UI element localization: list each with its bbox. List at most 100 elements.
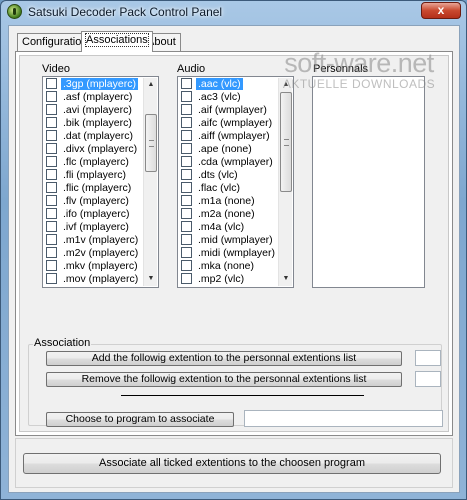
audio-item-checkbox[interactable] xyxy=(181,143,192,154)
remove-extension-field[interactable] xyxy=(415,371,441,387)
video-item-checkbox[interactable] xyxy=(46,273,57,284)
audio-item-checkbox[interactable] xyxy=(181,117,192,128)
video-item-label: .ifo (mplayerc) xyxy=(63,208,130,220)
video-item-label: .ivf (mplayerc) xyxy=(63,221,129,233)
audio-scrollbar[interactable]: ▲ ▼ xyxy=(278,78,292,286)
video-scroll-up-arrow[interactable]: ▲ xyxy=(144,78,158,92)
audio-item-checkbox[interactable] xyxy=(181,156,192,167)
video-list-item[interactable]: .3gp (mplayerc) xyxy=(44,78,143,91)
audio-list-item[interactable]: .cda (wmplayer) xyxy=(179,156,278,169)
title-bar[interactable]: Satsuki Decoder Pack Control Panel x xyxy=(1,1,466,23)
audio-scroll-thumb[interactable] xyxy=(280,92,292,192)
audio-list-item[interactable]: .mid (wmplayer) xyxy=(179,234,278,247)
video-list-item[interactable]: .asf (mplayerc) xyxy=(44,91,143,104)
audio-item-label: .ape (none) xyxy=(198,143,252,155)
video-list-item[interactable]: .flv (mplayerc) xyxy=(44,195,143,208)
video-item-checkbox[interactable] xyxy=(46,117,57,128)
video-item-checkbox[interactable] xyxy=(46,182,57,193)
video-item-checkbox[interactable] xyxy=(46,221,57,232)
video-item-checkbox[interactable] xyxy=(46,234,57,245)
audio-item-checkbox[interactable] xyxy=(181,130,192,141)
video-list-rows: .3gp (mplayerc) .asf (mplayerc) .avi (mpla… xyxy=(44,78,143,286)
video-list-item[interactable]: .m2v (mplayerc) xyxy=(44,247,143,260)
video-list-item[interactable]: .mov (mplayerc) xyxy=(44,273,143,286)
video-scrollbar[interactable]: ▲ ▼ xyxy=(143,78,157,286)
video-item-label: .flv (mplayerc) xyxy=(63,195,129,207)
audio-list-item[interactable]: .aif (wmplayer) xyxy=(179,104,278,117)
audio-item-checkbox[interactable] xyxy=(181,273,192,284)
video-list-item[interactable]: .ifo (mplayerc) xyxy=(44,208,143,221)
video-item-checkbox[interactable] xyxy=(46,247,57,258)
remove-extension-button[interactable]: Remove the followig extention to the per… xyxy=(46,372,402,387)
video-item-label: .fli (mplayerc) xyxy=(63,169,127,181)
audio-item-checkbox[interactable] xyxy=(181,260,192,271)
video-list-item[interactable]: .fli (mplayerc) xyxy=(44,169,143,182)
audio-list-item[interactable]: .aac (vlc) xyxy=(179,78,278,91)
audio-list-item[interactable]: .m4a (vlc) xyxy=(179,221,278,234)
video-item-checkbox[interactable] xyxy=(46,208,57,219)
audio-list-item[interactable]: .m1a (none) xyxy=(179,195,278,208)
video-item-checkbox[interactable] xyxy=(46,143,57,154)
audio-item-label: .m2a (none) xyxy=(198,208,255,220)
video-scroll-thumb[interactable] xyxy=(145,113,157,172)
audio-scroll-up-arrow[interactable]: ▲ xyxy=(279,78,293,92)
personnals-list[interactable] xyxy=(312,76,425,288)
video-list-item[interactable]: .flic (mplayerc) xyxy=(44,182,143,195)
program-path-field[interactable] xyxy=(244,410,443,427)
tab-associations[interactable]: Associations xyxy=(81,31,153,52)
audio-list-item[interactable]: .mka (none) xyxy=(179,260,278,273)
video-item-label: .m2v (mplayerc) xyxy=(63,247,139,259)
video-item-checkbox[interactable] xyxy=(46,130,57,141)
audio-item-label: .aif (wmplayer) xyxy=(198,104,267,116)
audio-list-item[interactable]: .dts (vlc) xyxy=(179,169,278,182)
audio-list-item[interactable]: .m2a (none) xyxy=(179,208,278,221)
video-item-checkbox[interactable] xyxy=(46,78,57,89)
video-list-item[interactable]: .avi (mplayerc) xyxy=(44,104,143,117)
audio-item-label: .mka (none) xyxy=(198,260,255,272)
video-list-item[interactable]: .bik (mplayerc) xyxy=(44,117,143,130)
audio-item-checkbox[interactable] xyxy=(181,104,192,115)
video-list-item[interactable]: .flc (mplayerc) xyxy=(44,156,143,169)
audio-item-checkbox[interactable] xyxy=(181,247,192,258)
audio-item-checkbox[interactable] xyxy=(181,208,192,219)
audio-list-item[interactable]: .aiff (wmplayer) xyxy=(179,130,278,143)
audio-list-item[interactable]: .aifc (wmplayer) xyxy=(179,117,278,130)
audio-item-checkbox[interactable] xyxy=(181,78,192,89)
audio-item-label: .cda (wmplayer) xyxy=(198,156,273,168)
audio-list-item[interactable]: .mp2 (vlc) xyxy=(179,273,278,286)
video-item-checkbox[interactable] xyxy=(46,169,57,180)
video-scroll-down-arrow[interactable]: ▼ xyxy=(144,272,158,286)
video-list-item[interactable]: .dat (mplayerc) xyxy=(44,130,143,143)
audio-item-checkbox[interactable] xyxy=(181,182,192,193)
video-item-checkbox[interactable] xyxy=(46,260,57,271)
video-list[interactable]: .3gp (mplayerc) .asf (mplayerc) .avi (mpla… xyxy=(42,76,159,288)
audio-item-checkbox[interactable] xyxy=(181,234,192,245)
audio-scroll-down-arrow[interactable]: ▼ xyxy=(279,272,293,286)
video-item-label: .mkv (mplayerc) xyxy=(63,260,138,272)
close-button[interactable]: x xyxy=(421,2,461,19)
audio-item-checkbox[interactable] xyxy=(181,91,192,102)
video-list-item[interactable]: .divx (mplayerc) xyxy=(44,143,143,156)
video-item-checkbox[interactable] xyxy=(46,104,57,115)
video-item-checkbox[interactable] xyxy=(46,91,57,102)
audio-item-checkbox[interactable] xyxy=(181,195,192,206)
video-list-item[interactable]: .ivf (mplayerc) xyxy=(44,221,143,234)
audio-item-checkbox[interactable] xyxy=(181,221,192,232)
video-list-item[interactable]: .m1v (mplayerc) xyxy=(44,234,143,247)
audio-list-item[interactable]: .ac3 (vlc) xyxy=(179,91,278,104)
main-window: Satsuki Decoder Pack Control Panel x Con… xyxy=(0,0,467,500)
audio-item-label: .mp2 (vlc) xyxy=(198,273,245,285)
audio-list[interactable]: .aac (vlc) .ac3 (vlc) .aif (wmplayer) .aifc… xyxy=(177,76,294,288)
associate-all-button[interactable]: Associate all ticked extentions to the c… xyxy=(23,453,441,474)
audio-item-checkbox[interactable] xyxy=(181,169,192,180)
add-extension-button[interactable]: Add the followig extention to the person… xyxy=(46,351,402,366)
add-extension-field[interactable] xyxy=(415,350,441,366)
audio-item-label: .m1a (none) xyxy=(198,195,255,207)
video-item-checkbox[interactable] xyxy=(46,195,57,206)
audio-list-item[interactable]: .flac (vlc) xyxy=(179,182,278,195)
audio-list-item[interactable]: .midi (wmplayer) xyxy=(179,247,278,260)
video-item-checkbox[interactable] xyxy=(46,156,57,167)
video-list-item[interactable]: .mkv (mplayerc) xyxy=(44,260,143,273)
choose-program-button[interactable]: Choose to program to associate xyxy=(46,412,234,427)
audio-list-item[interactable]: .ape (none) xyxy=(179,143,278,156)
